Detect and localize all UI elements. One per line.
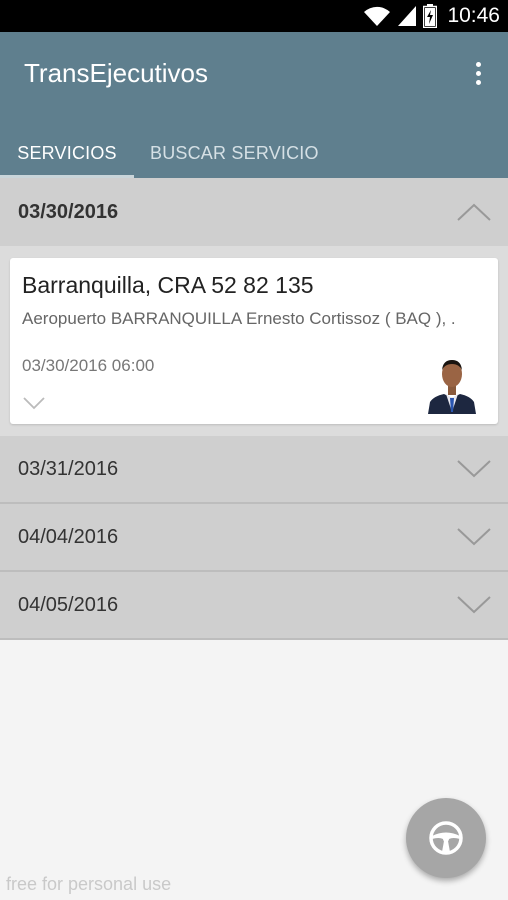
tab-servicios[interactable]: SERVICIOS <box>0 128 134 178</box>
group-date: 03/31/2016 <box>18 457 119 480</box>
more-vert-icon[interactable] <box>466 58 490 88</box>
service-datetime: 03/30/2016 06:00 <box>22 356 155 375</box>
date-group-header[interactable]: 04/04/2016 <box>0 504 508 572</box>
status-clock: 10:46 <box>447 4 500 27</box>
service-origin: Aeropuerto BARRANQUILLA Ernesto Cortisso… <box>22 309 456 328</box>
date-group-header[interactable]: 04/05/2016 <box>0 572 508 640</box>
chevron-down-icon[interactable] <box>22 396 46 410</box>
group-date: 04/05/2016 <box>18 593 119 616</box>
group-expanded-content: Barranquilla, CRA 52 82 135 Aeropuerto B… <box>0 246 508 436</box>
steering-wheel-icon <box>429 821 463 855</box>
date-group-header[interactable]: 03/30/2016 <box>0 178 508 246</box>
tab-bar: SERVICIOS BUSCAR SERVICIO <box>0 128 508 178</box>
service-list: 03/30/2016 Barranquilla, CRA 52 82 135 A… <box>0 178 508 640</box>
group-date: 03/30/2016 <box>18 200 119 223</box>
service-card[interactable]: Barranquilla, CRA 52 82 135 Aeropuerto B… <box>10 258 498 424</box>
service-destination: Barranquilla, CRA 52 82 135 <box>22 272 314 298</box>
chevron-up-icon <box>457 203 491 221</box>
app-title: TransEjecutivos <box>24 58 208 88</box>
watermark: free for personal use <box>6 874 172 894</box>
app-bar: TransEjecutivos SERVICIOS BUSCAR SERVICI… <box>0 32 508 178</box>
driver-avatar <box>426 354 478 414</box>
signal-icon <box>398 6 417 26</box>
chevron-down-icon <box>457 460 491 478</box>
date-group-header[interactable]: 03/31/2016 <box>0 436 508 504</box>
group-date: 04/04/2016 <box>18 525 119 548</box>
wifi-icon <box>364 6 391 27</box>
chevron-down-icon <box>457 596 491 614</box>
tab-buscar-servicio[interactable]: BUSCAR SERVICIO <box>134 128 319 178</box>
new-service-fab[interactable] <box>406 798 486 878</box>
chevron-down-icon <box>457 528 491 546</box>
battery-icon <box>423 4 438 28</box>
status-bar: 10:46 <box>0 0 508 32</box>
